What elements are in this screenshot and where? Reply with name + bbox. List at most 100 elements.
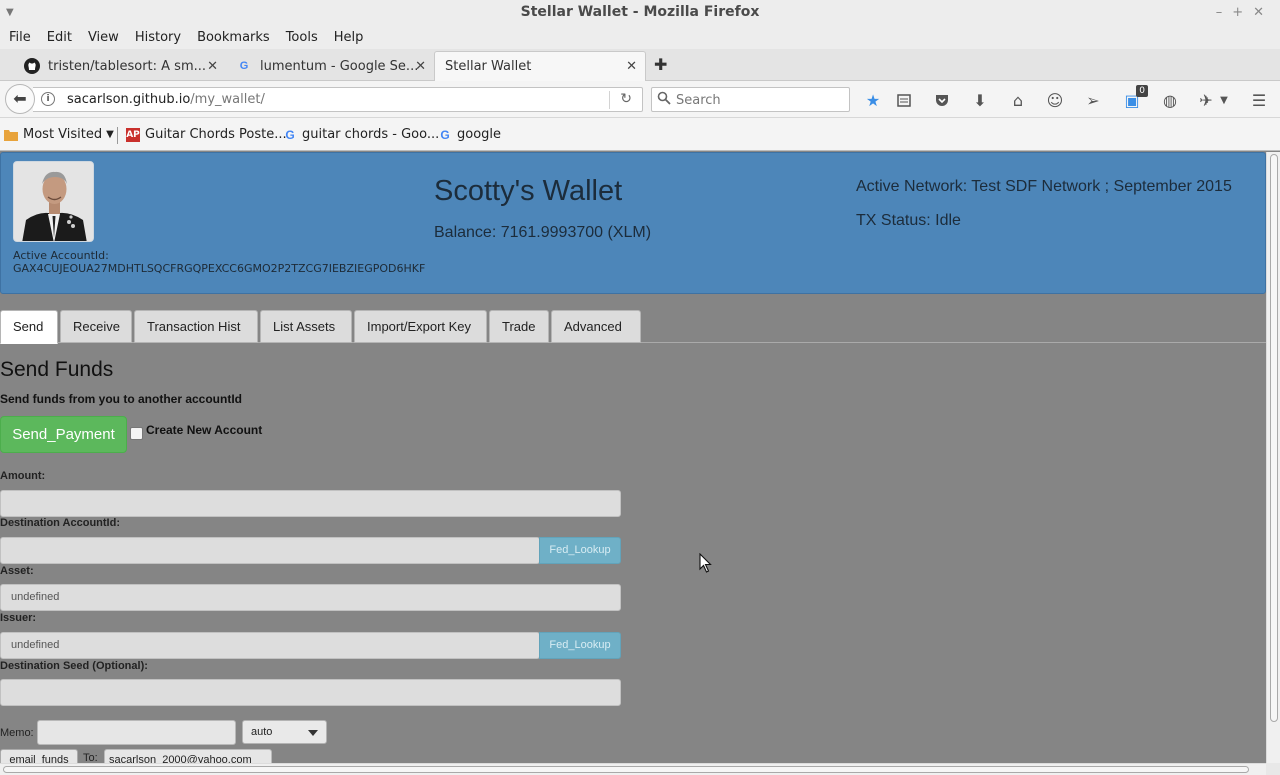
tab-transaction-hist[interactable]: Transaction Hist — [134, 310, 258, 343]
email-funds-button[interactable]: email_funds — [0, 749, 78, 763]
reload-icon[interactable]: ↻ — [620, 91, 632, 107]
mouse-cursor-icon — [699, 553, 712, 573]
memo-input[interactable] — [37, 720, 236, 745]
bookmark-label: Most Visited — [23, 127, 103, 142]
github-icon — [24, 58, 40, 74]
search-bar[interactable] — [651, 87, 850, 112]
info-icon[interactable]: i — [41, 92, 55, 106]
create-account-label: Create New Account — [146, 423, 263, 437]
tab-list-assets[interactable]: List Assets — [260, 310, 352, 343]
tab-label: Stellar Wallet — [445, 59, 532, 74]
email-to-input[interactable]: sacarlson_2000@yahoo.com — [104, 749, 272, 763]
active-account-id: GAX4CUJEOUA27MDHTLSQCFRGQPEXCC6GMO2P2TZC… — [13, 262, 426, 275]
chevron-down-icon: ▼ — [106, 129, 114, 140]
chevron-down-icon[interactable]: ▼ — [1214, 90, 1234, 110]
tab-label: tristen/tablesort: A sm... — [48, 58, 207, 74]
browser-tab-lumentum[interactable]: G lumentum - Google Se... ✕ — [226, 51, 434, 81]
scrollbar-thumb[interactable] — [3, 766, 1249, 773]
page-viewport: Active AccountId: GAX4CUJEOUA27MDHTLSQCF… — [0, 152, 1266, 763]
bookmark-guitar-chords-google[interactable]: G guitar chords - Goo... — [283, 127, 439, 142]
google-icon: G — [285, 127, 295, 142]
menu-tools[interactable]: Tools — [281, 30, 323, 45]
bookmark-guitar-chords-poster[interactable]: AP Guitar Chords Poste... — [126, 127, 287, 142]
url-bar[interactable]: i sacarlson.github.io/my_wallet/ ↻ — [33, 87, 643, 112]
menu-edit[interactable]: Edit — [42, 30, 77, 45]
search-input[interactable] — [676, 91, 846, 109]
bookmarks-bar: Most Visited ▼ AP Guitar Chords Poste...… — [0, 118, 1280, 151]
tab-strip: tristen/tablesort: A sm... ✕ G lumentum … — [0, 49, 1280, 81]
bookmark-star-icon[interactable]: ★ — [863, 90, 883, 110]
notification-badge: 0 — [1136, 85, 1148, 97]
tab-advanced[interactable]: Advanced — [551, 310, 641, 343]
extension-icon[interactable]: ✈ — [1196, 90, 1216, 110]
asset-input[interactable]: undefined — [0, 584, 621, 611]
chat-icon[interactable]: ☺ — [1045, 90, 1065, 110]
url-separator — [609, 91, 610, 109]
send-payment-button[interactable]: Send_Payment — [0, 416, 127, 453]
tab-label: lumentum - Google Se... — [260, 58, 419, 74]
new-tab-icon[interactable]: ✚ — [654, 55, 667, 74]
destination-seed-input[interactable] — [0, 679, 621, 706]
notification-icon[interactable]: ▣ 0 — [1122, 85, 1148, 110]
fed-lookup-button-issuer[interactable]: Fed_Lookup — [539, 632, 621, 659]
scrollbar-corner — [1266, 763, 1280, 775]
navigation-bar: i sacarlson.github.io/my_wallet/ ↻ ⬅ ★ ⬇… — [0, 81, 1280, 118]
avatar — [13, 161, 94, 242]
menu-help[interactable]: Help — [329, 30, 369, 45]
create-account-checkbox[interactable] — [130, 427, 143, 440]
destination-accountid-input[interactable] — [0, 537, 540, 564]
active-account-label: Active AccountId: — [13, 249, 109, 262]
menu-history[interactable]: History — [130, 30, 186, 45]
back-button[interactable]: ⬅ — [5, 84, 35, 114]
window-menu-icon[interactable]: ▼ — [6, 0, 14, 25]
bookmark-most-visited[interactable]: Most Visited ▼ — [4, 127, 114, 142]
tab-import-export-key[interactable]: Import/Export Key — [354, 310, 487, 343]
bookmark-label: google — [457, 127, 502, 142]
browser-tab-stellar-wallet[interactable]: Stellar Wallet ✕ — [434, 51, 646, 81]
tx-status: TX Status: Idle — [856, 212, 961, 229]
globe-icon[interactable]: ◍ — [1160, 90, 1180, 110]
pocket-icon[interactable] — [932, 90, 952, 110]
menu-bookmarks[interactable]: Bookmarks — [192, 30, 275, 45]
memo-type-select[interactable]: auto — [242, 720, 327, 744]
window-title: Stellar Wallet - Mozilla Firefox — [520, 4, 760, 20]
google-icon: G — [440, 127, 450, 142]
tab-send[interactable]: Send — [0, 310, 58, 344]
browser-tab-tablesort[interactable]: tristen/tablesort: A sm... ✕ — [14, 51, 226, 81]
reading-list-icon[interactable] — [894, 90, 914, 110]
wallet-header: Active AccountId: GAX4CUJEOUA27MDHTLSQCF… — [0, 152, 1266, 294]
to-label: To: — [83, 752, 98, 763]
folder-icon — [4, 128, 18, 142]
issuer-input[interactable]: undefined — [0, 632, 540, 659]
wallet-tabs: Send Receive Transaction Hist List Asset… — [0, 310, 1266, 344]
tab-trade[interactable]: Trade — [489, 310, 549, 343]
vertical-scrollbar[interactable] — [1266, 152, 1280, 763]
destination-accountid-label: Destination AccountId: — [0, 517, 120, 529]
bookmark-google[interactable]: G google — [438, 127, 501, 142]
close-icon[interactable]: ✕ — [415, 59, 426, 74]
issuer-label: Issuer: — [0, 612, 37, 624]
url-text[interactable]: sacarlson.github.io/my_wallet/ — [67, 92, 265, 107]
search-icon — [657, 91, 671, 105]
google-icon: G — [239, 60, 249, 72]
home-icon[interactable]: ⌂ — [1008, 90, 1028, 110]
horizontal-scrollbar[interactable] — [0, 763, 1266, 775]
send-icon[interactable]: ➢ — [1083, 90, 1103, 110]
menu-file[interactable]: File — [4, 30, 36, 45]
window-controls[interactable]: –+✕ — [1216, 0, 1274, 25]
bookmark-label: guitar chords - Goo... — [302, 127, 440, 142]
hamburger-menu-icon[interactable]: ☰ — [1249, 90, 1269, 110]
fed-lookup-button-destination[interactable]: Fed_Lookup — [539, 537, 621, 564]
destination-seed-label: Destination Seed (Optional): — [0, 660, 148, 672]
close-icon[interactable]: ✕ — [207, 59, 218, 74]
tab-receive[interactable]: Receive — [60, 310, 132, 343]
download-icon[interactable]: ⬇ — [970, 90, 990, 110]
back-arrow-icon: ⬅ — [13, 89, 27, 108]
amount-input[interactable] — [0, 490, 621, 517]
memo-label: Memo: — [0, 727, 34, 739]
close-icon[interactable]: ✕ — [626, 59, 637, 74]
scrollbar-thumb[interactable] — [1270, 154, 1278, 722]
menu-view[interactable]: View — [83, 30, 124, 45]
amount-label: Amount: — [0, 470, 46, 482]
ap-icon: AP — [126, 127, 140, 142]
